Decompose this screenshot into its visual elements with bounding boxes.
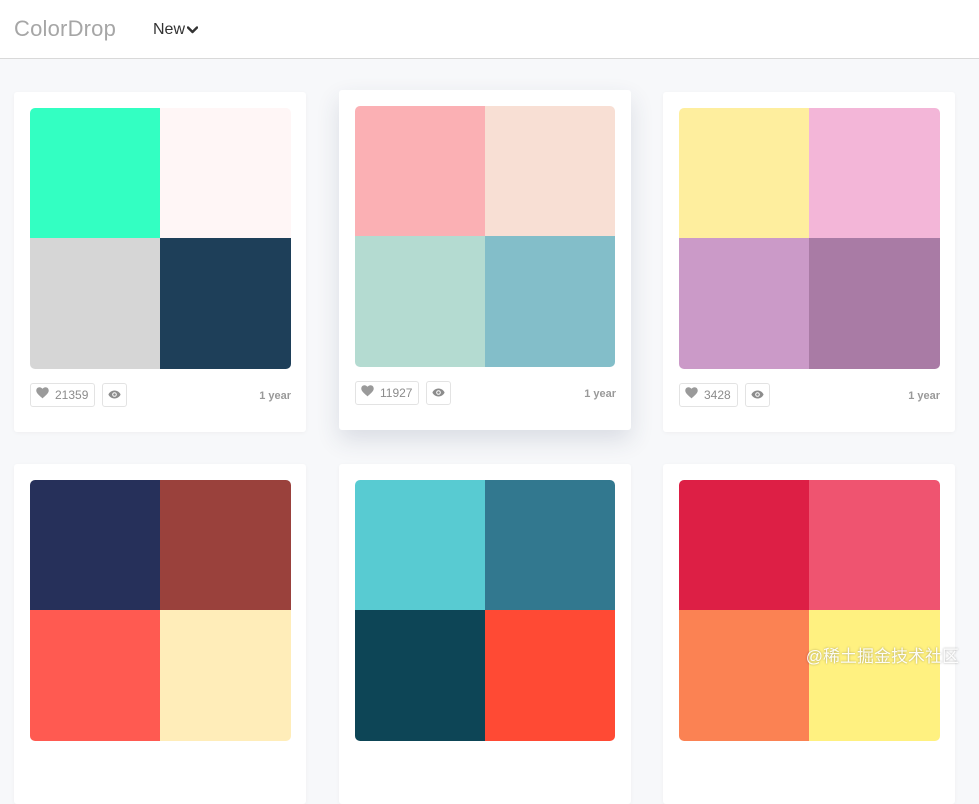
heart-icon bbox=[361, 384, 374, 402]
like-button[interactable]: 3428 bbox=[679, 383, 738, 407]
palette-card[interactable] bbox=[339, 464, 631, 804]
sort-dropdown[interactable]: New bbox=[153, 21, 199, 39]
color-swatch[interactable] bbox=[809, 480, 940, 610]
color-swatch[interactable] bbox=[30, 480, 160, 610]
eye-icon bbox=[751, 386, 764, 404]
color-swatch[interactable] bbox=[30, 238, 160, 369]
color-swatch[interactable] bbox=[679, 108, 809, 238]
color-swatch[interactable] bbox=[160, 480, 291, 610]
logo[interactable]: ColorDrop bbox=[14, 16, 116, 42]
color-swatch[interactable] bbox=[809, 610, 940, 741]
color-swatch[interactable] bbox=[30, 610, 160, 741]
like-count: 11927 bbox=[380, 386, 413, 400]
card-footer: 21359 1 year bbox=[30, 383, 291, 409]
color-swatch[interactable] bbox=[30, 108, 160, 238]
heart-icon bbox=[36, 386, 49, 404]
sort-label: New bbox=[153, 21, 186, 38]
color-swatch[interactable] bbox=[679, 480, 809, 610]
color-swatch[interactable] bbox=[160, 238, 291, 369]
color-swatch[interactable] bbox=[679, 238, 809, 369]
color-swatch[interactable] bbox=[355, 610, 485, 741]
palette-card[interactable]: 11927 1 year bbox=[339, 90, 631, 430]
color-swatch[interactable] bbox=[355, 106, 485, 236]
like-button[interactable]: 21359 bbox=[30, 383, 96, 407]
palette[interactable] bbox=[355, 106, 615, 367]
color-swatch[interactable] bbox=[809, 108, 940, 238]
palette-card[interactable]: 3428 1 year bbox=[663, 92, 955, 432]
like-count: 3428 bbox=[704, 388, 731, 402]
color-swatch[interactable] bbox=[679, 610, 809, 741]
age-label: 1 year bbox=[908, 390, 940, 402]
color-swatch[interactable] bbox=[485, 610, 615, 741]
palette[interactable] bbox=[679, 108, 940, 369]
color-swatch[interactable] bbox=[809, 238, 940, 369]
color-swatch[interactable] bbox=[160, 610, 291, 741]
chevron-down-icon bbox=[186, 21, 199, 39]
like-count: 21359 bbox=[55, 388, 89, 402]
card-footer: 3428 1 year bbox=[679, 383, 940, 409]
palette[interactable] bbox=[679, 480, 940, 741]
palette[interactable] bbox=[30, 480, 291, 741]
palette-card[interactable] bbox=[14, 464, 306, 804]
color-swatch[interactable] bbox=[355, 236, 485, 367]
color-swatch[interactable] bbox=[485, 106, 615, 236]
palette-card[interactable] bbox=[663, 464, 955, 804]
view-button[interactable] bbox=[745, 383, 770, 407]
card-footer: 11927 1 year bbox=[355, 381, 616, 407]
eye-icon bbox=[108, 386, 121, 404]
age-label: 1 year bbox=[584, 388, 616, 400]
palette[interactable] bbox=[30, 108, 291, 369]
like-button[interactable]: 11927 bbox=[355, 381, 420, 405]
palette[interactable] bbox=[355, 480, 615, 741]
color-swatch[interactable] bbox=[355, 480, 485, 610]
color-swatch[interactable] bbox=[160, 108, 291, 238]
age-label: 1 year bbox=[259, 390, 291, 402]
top-bar: ColorDrop New bbox=[0, 0, 979, 59]
view-button[interactable] bbox=[102, 383, 127, 407]
view-button[interactable] bbox=[426, 381, 451, 405]
watermark: @稀土掘金技术社区 bbox=[805, 647, 959, 666]
heart-icon bbox=[685, 386, 698, 404]
eye-icon bbox=[432, 384, 445, 402]
color-swatch[interactable] bbox=[485, 480, 615, 610]
palette-card[interactable]: 21359 1 year bbox=[14, 92, 306, 432]
color-swatch[interactable] bbox=[485, 236, 615, 367]
